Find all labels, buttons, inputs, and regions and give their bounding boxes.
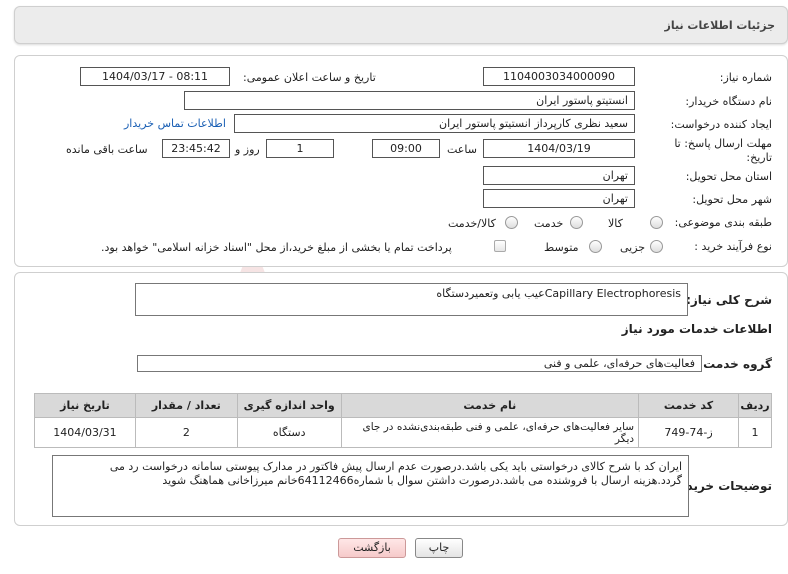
col-service-code: کد خدمت xyxy=(638,393,739,418)
col-qty: تعداد / مقدار xyxy=(134,393,238,418)
col-service-name: نام خدمت xyxy=(340,393,640,418)
cell-qty: 2 xyxy=(134,417,238,448)
remaining-label: ساعت باقی مانده xyxy=(66,143,148,156)
process-label: نوع فرآیند خرید : xyxy=(694,240,772,253)
buyer-org-field[interactable]: انستیتو پاستور ایران xyxy=(184,91,635,110)
process-radio-medium[interactable] xyxy=(589,240,602,253)
city-label: شهر محل تحویل: xyxy=(692,193,772,206)
buyer-org-label: نام دستگاه خریدار: xyxy=(685,95,772,108)
city-field[interactable]: تهران xyxy=(483,189,635,208)
category-radio-goods[interactable] xyxy=(650,216,663,229)
service-group-field[interactable]: فعالیت‌های حرفه‌ای، علمی و فنی xyxy=(137,355,702,372)
cell-service-code: ز-74-749 xyxy=(638,417,739,448)
treasury-note: پرداخت تمام یا بخشی از مبلغ خرید،از محل … xyxy=(101,241,452,254)
cell-need-date: 1404/03/31 xyxy=(34,417,136,448)
province-label: استان محل تحویل: xyxy=(685,170,772,183)
process-radio-minor[interactable] xyxy=(650,240,663,253)
process-option-medium: متوسط xyxy=(544,241,579,254)
deadline-date-field[interactable]: 1404/03/19 xyxy=(483,139,635,158)
page-header: جزئیات اطلاعات نیاز xyxy=(14,6,788,44)
province-field[interactable]: تهران xyxy=(483,166,635,185)
creator-label: ایجاد کننده درخواست: xyxy=(670,118,772,131)
back-button[interactable]: بازگشت xyxy=(338,538,406,558)
summary-label: شرح کلی نیاز: xyxy=(686,293,772,307)
category-radio-service[interactable] xyxy=(570,216,583,229)
service-group-label: گروه خدمت: xyxy=(698,357,772,371)
category-option-goods: کالا xyxy=(608,217,623,230)
days-label: روز و xyxy=(235,143,260,156)
announce-label: تاریخ و ساعت اعلان عمومی: xyxy=(243,71,376,84)
need-number-label: شماره نیاز: xyxy=(719,71,772,84)
need-details-panel xyxy=(14,55,788,267)
col-row-index: ردیف xyxy=(737,393,773,418)
remaining-time-field[interactable]: 23:45:42 xyxy=(162,139,230,158)
creator-field[interactable]: سعید نظری کارپرداز انستیتو پاستور ایران xyxy=(234,114,635,133)
category-radio-both[interactable] xyxy=(505,216,518,229)
print-button[interactable]: چاپ xyxy=(415,538,463,558)
treasury-checkbox[interactable] xyxy=(494,240,506,252)
deadline-time-label: ساعت xyxy=(447,143,477,156)
summary-text: عیب یابی وتعمیردستگاهCapillary Electroph… xyxy=(436,287,681,300)
services-section-title: اطلاعات خدمات مورد نیاز xyxy=(621,322,772,336)
need-number-field[interactable]: 1104003034000090 xyxy=(483,67,635,86)
page-title: جزئیات اطلاعات نیاز xyxy=(664,19,776,32)
table-header-row: تاریخ نیاز تعداد / مقدار واحد اندازه گیر… xyxy=(34,393,773,418)
category-option-service: خدمت xyxy=(534,217,564,230)
deadline-time-field[interactable]: 09:00 xyxy=(372,139,440,158)
buyer-contact-link[interactable]: اطلاعات تماس خریدار xyxy=(124,117,226,130)
buyer-notes-textarea[interactable]: ایران کد با شرح کالای درخواستی باید یکی … xyxy=(52,455,689,517)
days-field[interactable]: 1 xyxy=(266,139,334,158)
process-option-minor: جزیی xyxy=(620,241,646,254)
category-label: طبقه بندی موضوعی: xyxy=(674,216,772,229)
buyer-notes-text: ایران کد با شرح کالای درخواستی باید یکی … xyxy=(109,460,682,487)
deadline-label-date: تاریخ: xyxy=(746,151,772,164)
cell-service-name: سایر فعالیت‌های حرفه‌ای، علمی و فنی طبقه… xyxy=(340,417,640,448)
col-unit: واحد اندازه گیری xyxy=(236,393,342,418)
summary-textarea[interactable]: عیب یابی وتعمیردستگاهCapillary Electroph… xyxy=(135,283,688,316)
cell-row-index: 1 xyxy=(737,417,773,448)
services-table: تاریخ نیاز تعداد / مقدار واحد اندازه گیر… xyxy=(34,393,773,448)
deadline-label: مهلت ارسال پاسخ: تا xyxy=(674,137,772,150)
cell-unit: دستگاه xyxy=(236,417,342,448)
col-need-date: تاریخ نیاز xyxy=(34,393,136,418)
table-row: 1404/03/31 2 دستگاه سایر فعالیت‌های حرفه… xyxy=(34,417,773,448)
announce-field[interactable]: 1404/03/17 - 08:11 xyxy=(80,67,230,86)
category-option-both: کالا/خدمت xyxy=(448,217,496,230)
